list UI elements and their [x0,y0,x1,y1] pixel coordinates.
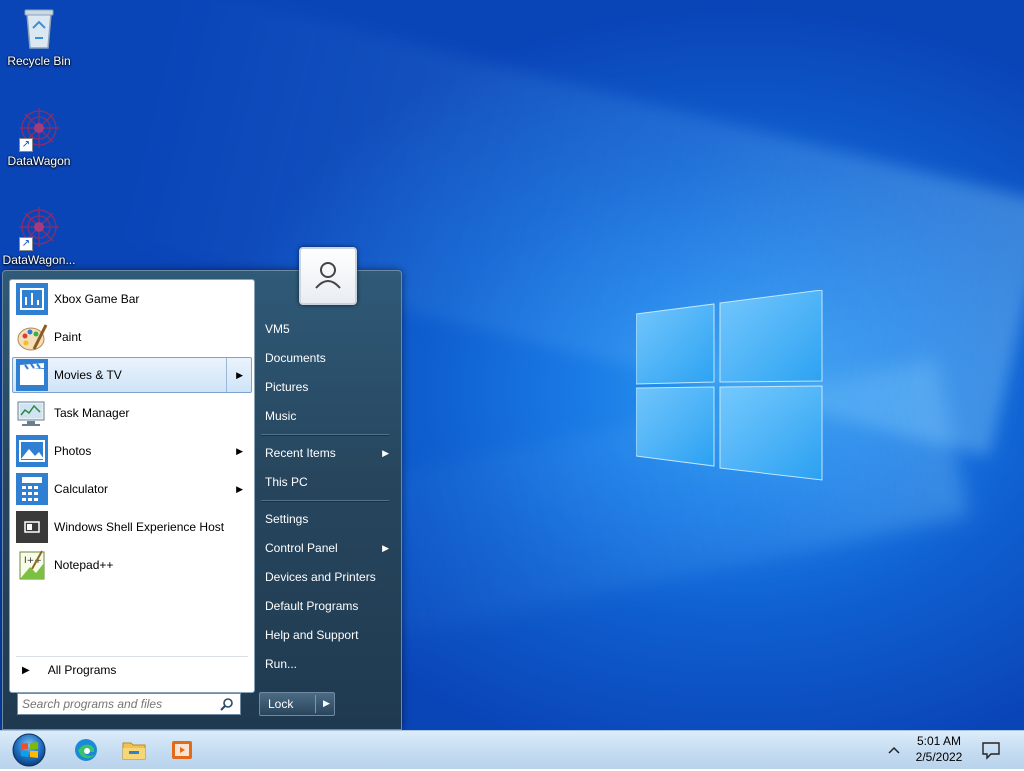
program-calculator[interactable]: Calculator ▶ [12,471,252,507]
notification-icon [982,742,1000,760]
action-center-button[interactable] [980,739,1002,761]
system-clock[interactable]: 5:01 AM 2/5/2022 [908,733,970,765]
separator [261,500,389,502]
link-label: Default Programs [265,599,359,613]
link-label: Control Panel [265,541,338,555]
link-user-folder[interactable]: VM5 [259,317,393,341]
shortcut-arrow-icon: ↗ [19,237,33,251]
link-devices-printers[interactable]: Devices and Printers [259,565,393,589]
link-recent-items[interactable]: Recent Items ▶ [259,441,393,465]
clock-date: 2/5/2022 [915,750,963,764]
program-label: Notepad++ [54,558,114,572]
link-label: Run... [265,657,298,671]
start-menu: Xbox Game Bar Paint Movies & TV ▶ Task M… [2,247,402,730]
user-avatar[interactable] [299,247,357,305]
link-pictures[interactable]: Pictures [259,375,393,399]
link-label: Settings [265,512,309,526]
submenu-arrow-icon: ▶ [236,370,243,380]
shortcut-arrow-icon: ↗ [19,138,33,152]
movies-tv-icon [16,359,48,391]
program-label: Task Manager [54,406,130,420]
paint-icon [16,321,48,353]
recycle-bin-icon [15,4,63,52]
taskbar-media-player[interactable] [162,735,202,765]
power-options-arrow-icon[interactable]: ▶ [323,698,330,709]
program-label: Movies & TV [54,368,122,382]
submenu-arrow-icon: ▶ [236,484,243,494]
search-input[interactable] [22,695,212,713]
link-run[interactable]: Run... [259,652,393,676]
show-hidden-icons-button[interactable] [884,741,904,759]
link-documents[interactable]: Documents [259,346,393,370]
link-label: Documents [265,351,326,365]
submenu-arrow-icon: ▶ [382,447,389,458]
program-label: Calculator [54,482,109,496]
notepad-plus-plus-icon: I++ [16,549,48,581]
link-label: Recent Items [265,446,336,460]
program-xbox-game-bar[interactable]: Xbox Game Bar [12,281,252,317]
program-shell-experience-host[interactable]: Windows Shell Experience Host [12,509,252,545]
search-icon[interactable] [220,697,234,711]
link-default-programs[interactable]: Default Programs [259,594,393,618]
program-movies-tv[interactable]: Movies & TV ▶ [12,357,252,393]
datawagon-icon: ↗ [15,104,63,152]
program-label: Xbox Game Bar [54,292,140,306]
photos-icon [16,435,48,467]
calculator-icon [16,473,48,505]
desktop-icon-recycle-bin[interactable]: Recycle Bin [1,4,77,68]
start-button[interactable] [10,732,48,768]
xbox-game-bar-icon [16,283,48,315]
separator [261,434,389,436]
all-programs-button[interactable]: ▶ All Programs [16,656,248,683]
link-music[interactable]: Music [259,404,393,428]
desktop-icon-datawagon[interactable]: ↗ DataWagon [1,104,77,168]
taskbar-file-explorer[interactable] [114,735,154,765]
shell-host-icon [16,511,48,543]
link-help-support[interactable]: Help and Support [259,623,393,647]
split-divider [315,695,316,713]
link-control-panel[interactable]: Control Panel ▶ [259,536,393,560]
taskbar-edge[interactable] [66,735,106,765]
all-programs-label: All Programs [47,663,117,677]
expand-arrow-icon: ▶ [22,664,30,676]
edge-icon [75,739,97,761]
file-explorer-icon [122,742,146,760]
submenu-arrow-icon: ▶ [382,542,389,553]
program-task-manager[interactable]: Task Manager [12,395,252,431]
desktop-background: Recycle Bin ↗ DataWagon ↗ DataWagon... X… [0,0,1024,730]
desktop-icon-label: DataWagon... [2,253,76,267]
link-label: Music [265,409,297,423]
chevron-up-icon [888,746,900,754]
desktop-icon-label: Recycle Bin [7,54,71,68]
media-player-icon [172,741,192,759]
desktop-icon-label: DataWagon [7,154,71,168]
user-icon [315,262,341,289]
link-this-pc[interactable]: This PC [259,470,393,494]
programs-pane: Xbox Game Bar Paint Movies & TV ▶ Task M… [9,279,255,693]
desktop-icon-datawagon-2[interactable]: ↗ DataWagon... [1,203,77,267]
lock-label: Lock [268,697,294,711]
search-box[interactable] [17,693,241,715]
program-notepad-plus-plus[interactable]: I++ Notepad++ [12,547,252,583]
link-label: This PC [265,475,308,489]
link-settings[interactable]: Settings [259,507,393,531]
program-photos[interactable]: Photos ▶ [12,433,252,469]
lock-button[interactable]: Lock ▶ [259,692,335,716]
taskbar: 5:01 AM 2/5/2022 [0,730,1024,769]
program-paint[interactable]: Paint [12,319,252,355]
link-label: Help and Support [265,628,359,642]
link-label: VM5 [265,322,290,336]
task-manager-icon [16,397,48,429]
windows-logo-wallpaper [636,290,823,481]
program-label: Photos [54,444,92,458]
program-label: Windows Shell Experience Host [54,520,225,534]
start-orb-icon [12,733,46,767]
link-label: Devices and Printers [265,570,376,584]
clock-time: 5:01 AM [916,734,962,748]
program-label: Paint [54,330,82,344]
datawagon-icon: ↗ [15,203,63,251]
link-label: Pictures [265,380,309,394]
submenu-arrow-icon: ▶ [236,446,243,456]
